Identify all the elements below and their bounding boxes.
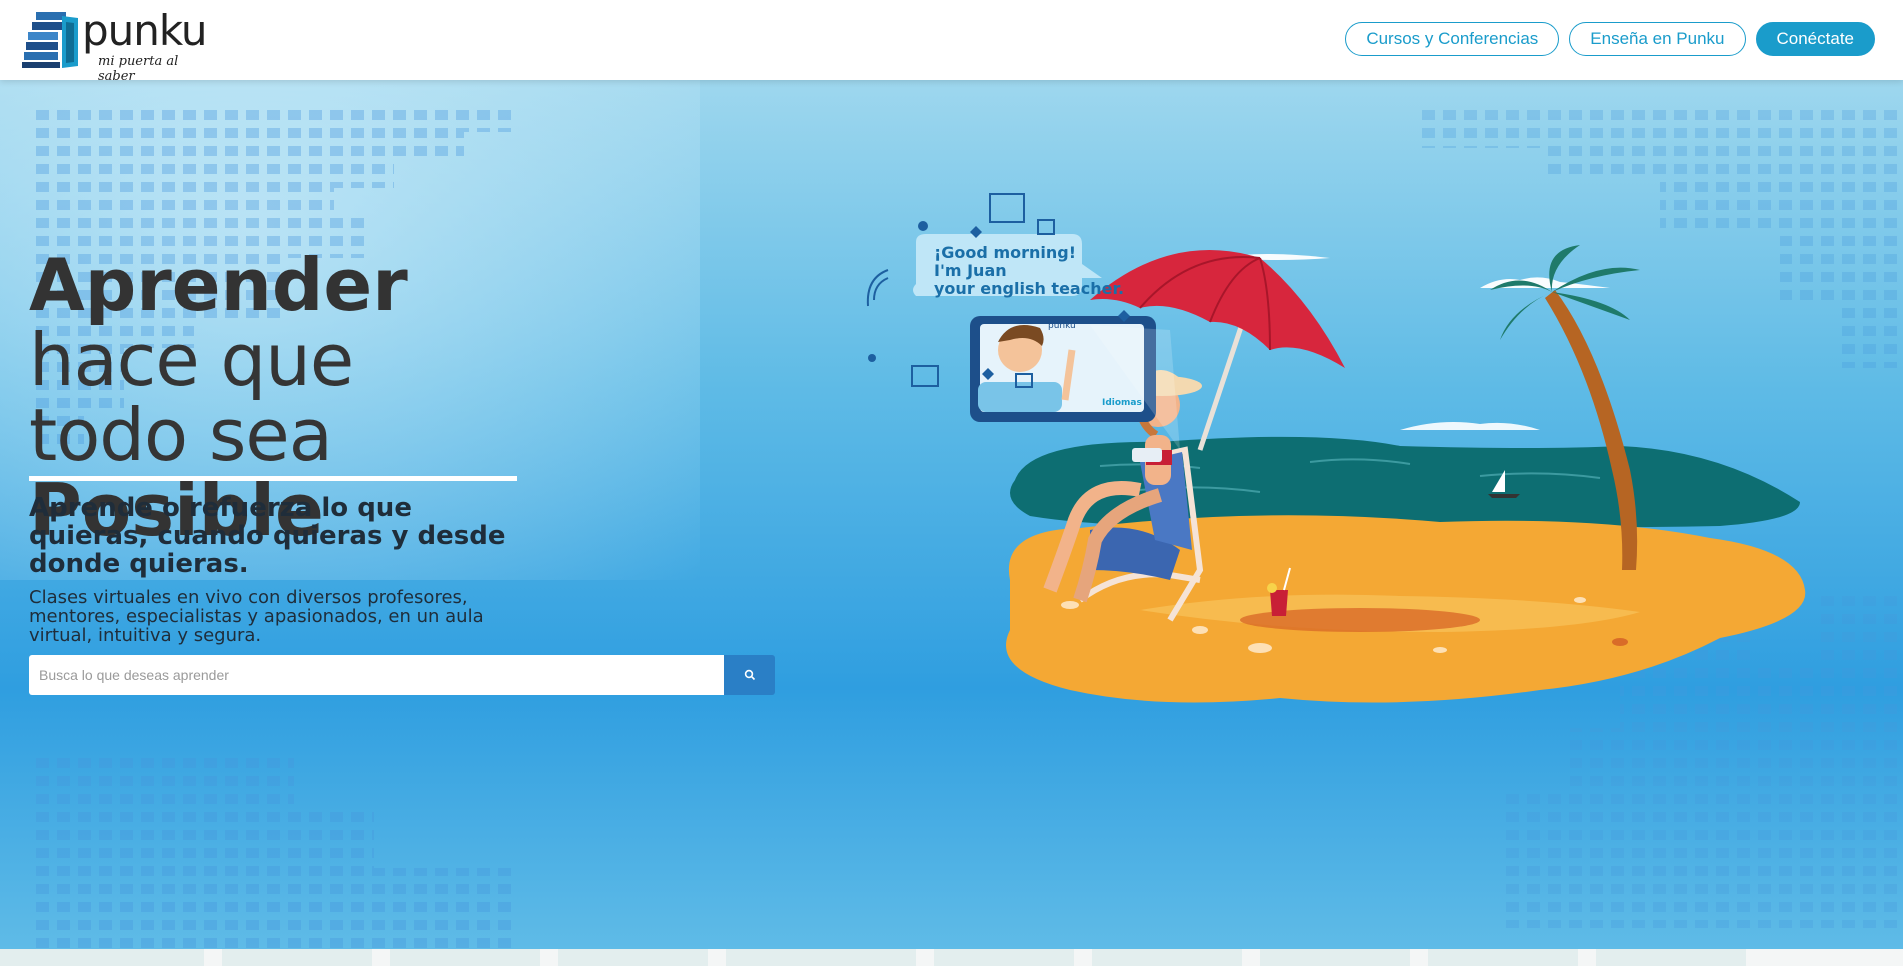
search-button[interactable] [724,655,775,695]
headline-underline [29,476,517,481]
headline-line-3: todo sea [29,393,333,477]
top-header: punku mi puerta al saber Cursos y Confer… [0,0,1903,84]
nav-cursos-button[interactable]: Cursos y Conferencias [1345,22,1560,56]
nav-conectate-button[interactable]: Conéctate [1755,22,1875,56]
headline-line-1: Aprender [29,243,408,327]
tablet-brand: punku [1048,321,1076,331]
punku-logo[interactable]: punku mi puerta al saber [22,6,208,84]
search-icon [744,669,755,681]
headline-line-2: hace que [29,318,354,402]
main-nav: Cursos y Conferencias Enseña en Punku Co… [1345,22,1875,56]
logo-door-icon [22,12,78,68]
speech-line-3: your english teacher. [934,279,1124,298]
logo-wordmark: punku [82,6,208,55]
nav-ensena-button[interactable]: Enseña en Punku [1569,22,1746,56]
footer-strip [0,949,1903,966]
search-bar [29,655,775,695]
beach-illustration: punku Idiomas ¡Good morning! I'm Juan yo… [866,193,1806,703]
hero-description: Clases virtuales en vivo con diversos pr… [29,587,484,646]
speech-line-1: ¡Good morning! [934,243,1076,262]
logo-tagline: mi puerta al saber [98,54,179,84]
tablet-label: Idiomas [1102,398,1142,408]
search-input[interactable] [29,655,724,695]
hero-subheading: Aprende o refuerza lo que quieras, cuand… [29,493,506,579]
speech-line-2: I'm Juan [934,261,1007,280]
